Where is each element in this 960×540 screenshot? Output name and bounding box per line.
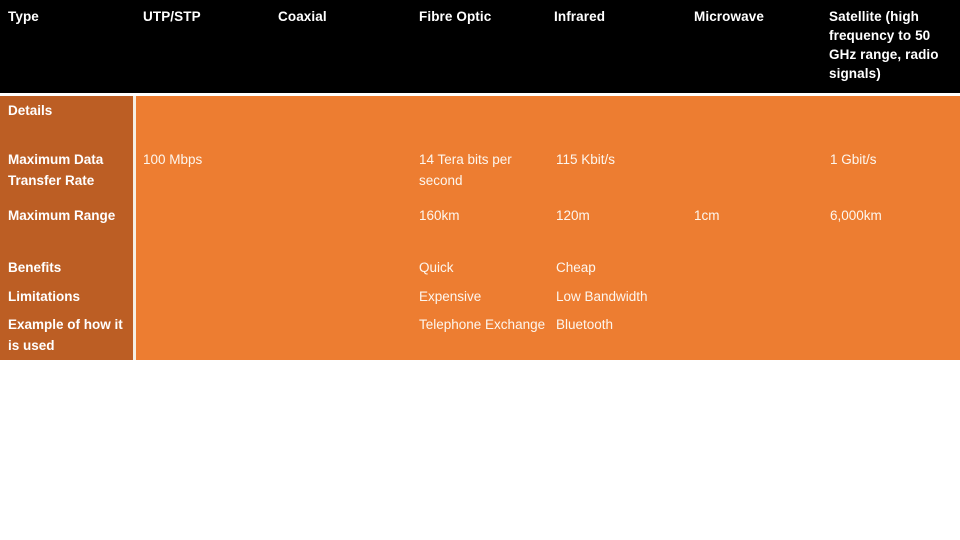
row-label-limitations: Limitations	[8, 289, 81, 304]
cell-max-range-microwave: 1cm	[694, 208, 720, 223]
row-label-benefits: Benefits	[8, 260, 62, 275]
cell-limitations-infrared: Low Bandwidth	[556, 289, 648, 304]
cell-max-range-satellite: 6,000km	[830, 208, 882, 223]
column-header-infrared: Infrared	[554, 9, 606, 24]
cell-limitations-fibre: Expensive	[419, 289, 482, 304]
cell-example-fibre: Telephone Exchange	[419, 317, 546, 332]
cell-benefits-infrared: Cheap	[556, 260, 596, 275]
cell-max-rate-fibre: 14 Tera bits per second	[419, 152, 512, 188]
column-header-type: Type	[8, 9, 39, 24]
table-body: Details Maximum Data Transfer Rate Maxim…	[0, 96, 960, 360]
column-header-utp-stp: UTP/STP	[143, 9, 201, 24]
column-header-microwave: Microwave	[694, 9, 764, 24]
column-header-fibre-optic: Fibre Optic	[419, 9, 492, 24]
cell-max-rate-satellite: 1 Gbit/s	[830, 152, 877, 167]
slide-canvas: Type UTP/STP Coaxial Fibre Optic Infrare…	[0, 0, 960, 540]
cell-example-infrared: Bluetooth	[556, 317, 614, 332]
row-label-details: Details	[8, 103, 53, 118]
cell-max-rate-utp-stp: 100 Mbps	[143, 152, 203, 167]
column-header-coaxial: Coaxial	[278, 9, 327, 24]
row-label-maximum-data-transfer-rate: Maximum Data Transfer Rate	[8, 152, 104, 188]
cell-max-rate-infrared: 115 Kbit/s	[556, 152, 616, 167]
column-header-satellite: Satellite (high frequency to 50 GHz rang…	[829, 9, 939, 81]
cell-max-range-infrared: 120m	[556, 208, 590, 223]
row-label-example-of-how-it-is-used: Example of how it is used	[8, 317, 123, 353]
cell-benefits-fibre: Quick	[419, 260, 454, 275]
row-label-maximum-range: Maximum Range	[8, 208, 116, 223]
cell-max-range-fibre: 160km	[419, 208, 460, 223]
table-header-row: Type UTP/STP Coaxial Fibre Optic Infrare…	[0, 0, 960, 93]
